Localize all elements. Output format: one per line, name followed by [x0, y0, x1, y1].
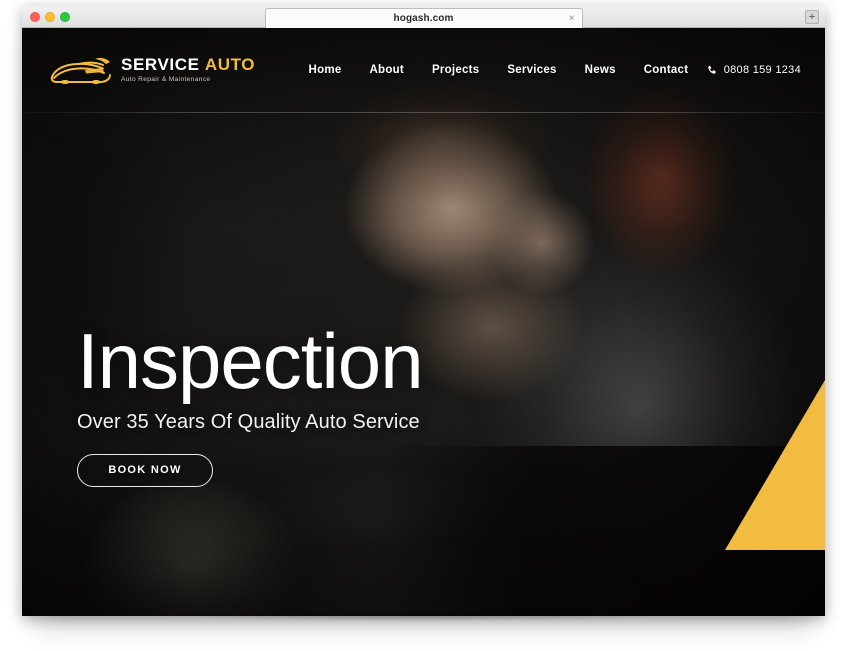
nav-item-services[interactable]: Services: [507, 64, 556, 76]
sports-car-icon: [50, 58, 111, 84]
nav-item-projects[interactable]: Projects: [432, 64, 479, 76]
nav-item-home[interactable]: Home: [309, 64, 342, 76]
logo-word-service: SERVICE: [121, 55, 200, 75]
header-phone[interactable]: 0808 159 1234: [706, 64, 801, 76]
logo-wordmark: SERVICE AUTO: [121, 56, 255, 73]
browser-tab-title: hogash.com: [393, 13, 454, 24]
phone-icon: [707, 65, 716, 74]
hero-subtitle: Over 35 Years Of Quality Auto Service: [77, 410, 420, 433]
page-viewport: SERVICE AUTO Auto Repair & Maintenance H…: [22, 28, 825, 616]
window-drop-shadow: [22, 614, 825, 628]
nav-item-about[interactable]: About: [369, 64, 403, 76]
browser-tab[interactable]: hogash.com ×: [264, 8, 583, 28]
site-header: SERVICE AUTO Auto Repair & Maintenance H…: [22, 28, 825, 112]
close-icon[interactable]: ×: [569, 13, 575, 24]
header-divider: [22, 112, 825, 113]
main-navigation: Home About Projects Services News Contac…: [291, 64, 706, 76]
hero-title: Inspection: [77, 317, 424, 405]
tab-strip: hogash.com ×: [22, 6, 825, 28]
plus-icon[interactable]: +: [805, 10, 819, 24]
site-logo[interactable]: SERVICE AUTO Auto Repair & Maintenance: [48, 52, 255, 88]
logo-word-auto: AUTO: [204, 55, 256, 75]
phone-number: 0808 159 1234: [723, 64, 801, 76]
hero-content: Inspection Over 35 Years Of Quality Auto…: [77, 317, 424, 487]
book-now-button[interactable]: BOOK NOW: [77, 453, 213, 487]
browser-titlebar: hogash.com × +: [22, 6, 825, 28]
logo-tagline: Auto Repair & Maintenance: [121, 76, 211, 84]
nav-item-contact[interactable]: Contact: [644, 64, 689, 76]
nav-item-news[interactable]: News: [585, 64, 616, 76]
logo-text-block: SERVICE AUTO Auto Repair & Maintenance: [121, 56, 255, 84]
browser-window: hogash.com × + SERVICE AUTO Auto Repair …: [22, 6, 825, 616]
